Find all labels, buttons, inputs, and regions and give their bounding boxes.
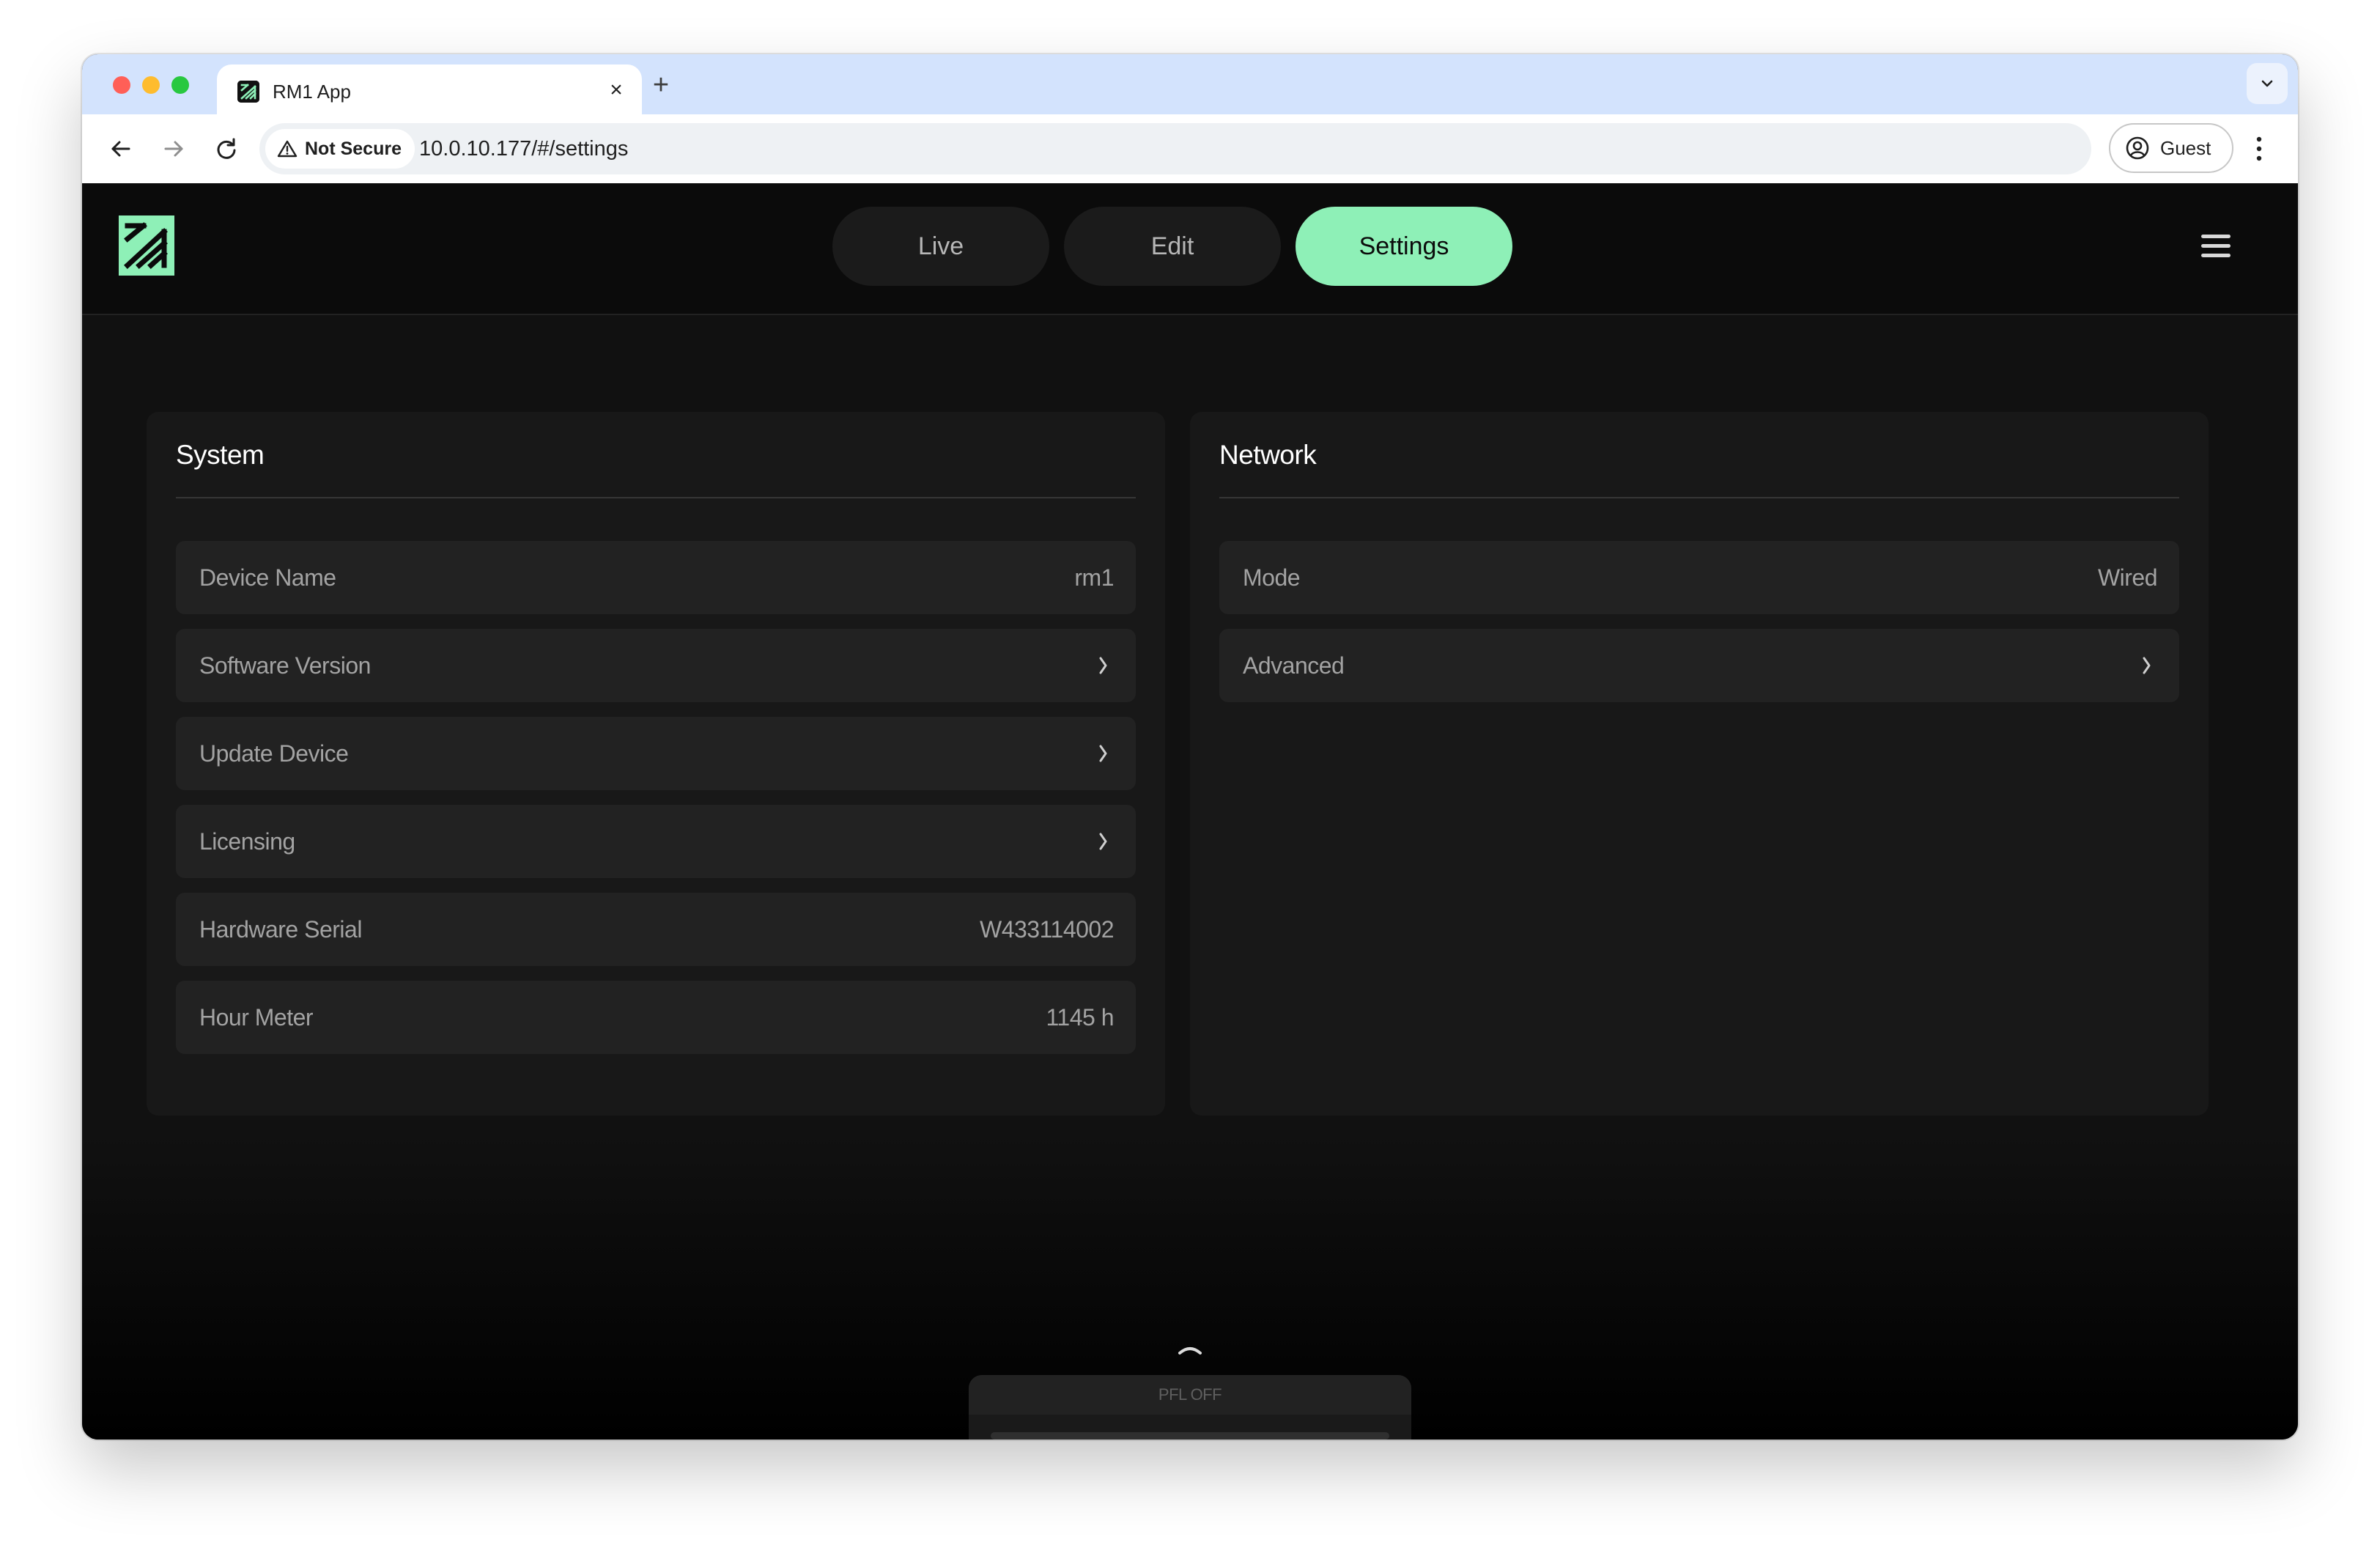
device-name-row[interactable]: Device Name rm1 bbox=[176, 541, 1136, 614]
profile-label: Guest bbox=[2160, 136, 2211, 159]
pfl-drawer[interactable]: PFL OFF bbox=[969, 1375, 1411, 1440]
app-favicon-icon bbox=[237, 81, 259, 103]
chevron-right-icon bbox=[1099, 745, 1107, 762]
address-bar[interactable]: Not Secure 10.0.10.177/#/settings bbox=[259, 123, 2091, 174]
row-label: Licensing bbox=[199, 828, 295, 855]
minimize-window-button[interactable] bbox=[142, 76, 160, 94]
divider bbox=[176, 497, 1136, 498]
browser-menu-button[interactable] bbox=[2248, 132, 2270, 166]
chevron-right-icon bbox=[1099, 657, 1107, 674]
reload-icon bbox=[217, 138, 236, 159]
arrow-left-icon bbox=[111, 141, 130, 157]
advanced-row[interactable]: Advanced bbox=[1219, 629, 2179, 702]
close-window-button[interactable] bbox=[113, 76, 130, 94]
profile-button[interactable]: Guest bbox=[2109, 123, 2233, 173]
row-label: Advanced bbox=[1243, 652, 1345, 679]
divider bbox=[1219, 497, 2179, 498]
close-icon[interactable]: × bbox=[604, 78, 629, 103]
tab-strip: RM1 App × + bbox=[82, 54, 2298, 114]
browser-window: RM1 App × + Not Secure 10.0.10.177/#/set… bbox=[82, 54, 2298, 1440]
network-mode-value: Wired bbox=[2097, 564, 2158, 591]
row-label: Hour Meter bbox=[199, 1004, 314, 1031]
licensing-row[interactable]: Licensing bbox=[176, 805, 1136, 878]
tab-settings[interactable]: Settings bbox=[1296, 207, 1512, 286]
profile-icon bbox=[2126, 136, 2149, 160]
network-panel: Network Mode Wired Advanced bbox=[1190, 412, 2209, 1116]
arrow-right-icon bbox=[164, 141, 183, 157]
tab-live[interactable]: Live bbox=[832, 207, 1049, 286]
device-name-value: rm1 bbox=[1074, 564, 1114, 591]
row-label: Update Device bbox=[199, 740, 349, 767]
panel-title: Network bbox=[1219, 440, 1317, 470]
chevron-right-icon bbox=[2143, 657, 2151, 674]
chevron-right-icon bbox=[1099, 833, 1107, 850]
pfl-status-label: PFL OFF bbox=[969, 1375, 1411, 1415]
tab-edit[interactable]: Edit bbox=[1064, 207, 1281, 286]
security-label: Not Secure bbox=[305, 138, 402, 159]
chevron-up-icon[interactable] bbox=[1174, 1341, 1206, 1357]
plus-icon[interactable]: + bbox=[646, 70, 676, 100]
reload-button[interactable] bbox=[208, 130, 245, 167]
tab-search-button[interactable] bbox=[2247, 63, 2288, 104]
system-panel: System Device Name rm1 Software Version … bbox=[147, 412, 1165, 1116]
row-label: Hardware Serial bbox=[199, 916, 362, 943]
network-mode-row[interactable]: Mode Wired bbox=[1219, 541, 2179, 614]
back-button[interactable] bbox=[103, 130, 139, 167]
browser-tab[interactable]: RM1 App × bbox=[217, 64, 642, 114]
rm1-logo-icon[interactable] bbox=[119, 215, 174, 276]
software-version-row[interactable]: Software Version bbox=[176, 629, 1136, 702]
hour-meter-row: Hour Meter 1145 h bbox=[176, 981, 1136, 1054]
url-text[interactable]: 10.0.10.177/#/settings bbox=[419, 136, 628, 161]
more-vertical-icon bbox=[2256, 136, 2262, 161]
security-indicator[interactable]: Not Secure bbox=[265, 129, 415, 169]
app-viewport: Live Edit Settings System Device Name rm… bbox=[82, 183, 2298, 1440]
panel-title: System bbox=[176, 440, 265, 470]
row-label: Mode bbox=[1243, 564, 1301, 591]
warning-icon bbox=[277, 140, 298, 158]
hardware-serial-value: W433114002 bbox=[980, 916, 1115, 943]
hardware-serial-row: Hardware Serial W433114002 bbox=[176, 893, 1136, 966]
row-label: Device Name bbox=[199, 564, 336, 591]
row-label: Software Version bbox=[199, 652, 371, 679]
chevron-down-icon bbox=[2261, 80, 2273, 87]
maximize-window-button[interactable] bbox=[171, 76, 189, 94]
forward-button[interactable] bbox=[155, 130, 192, 167]
browser-toolbar: Not Secure 10.0.10.177/#/settings Guest bbox=[82, 114, 2298, 183]
tab-title: RM1 App bbox=[273, 81, 351, 103]
update-device-row[interactable]: Update Device bbox=[176, 717, 1136, 790]
hour-meter-value: 1145 h bbox=[1046, 1004, 1115, 1031]
menu-icon[interactable] bbox=[2200, 232, 2232, 261]
app-header: Live Edit Settings bbox=[82, 183, 2298, 315]
level-meter bbox=[991, 1432, 1389, 1440]
